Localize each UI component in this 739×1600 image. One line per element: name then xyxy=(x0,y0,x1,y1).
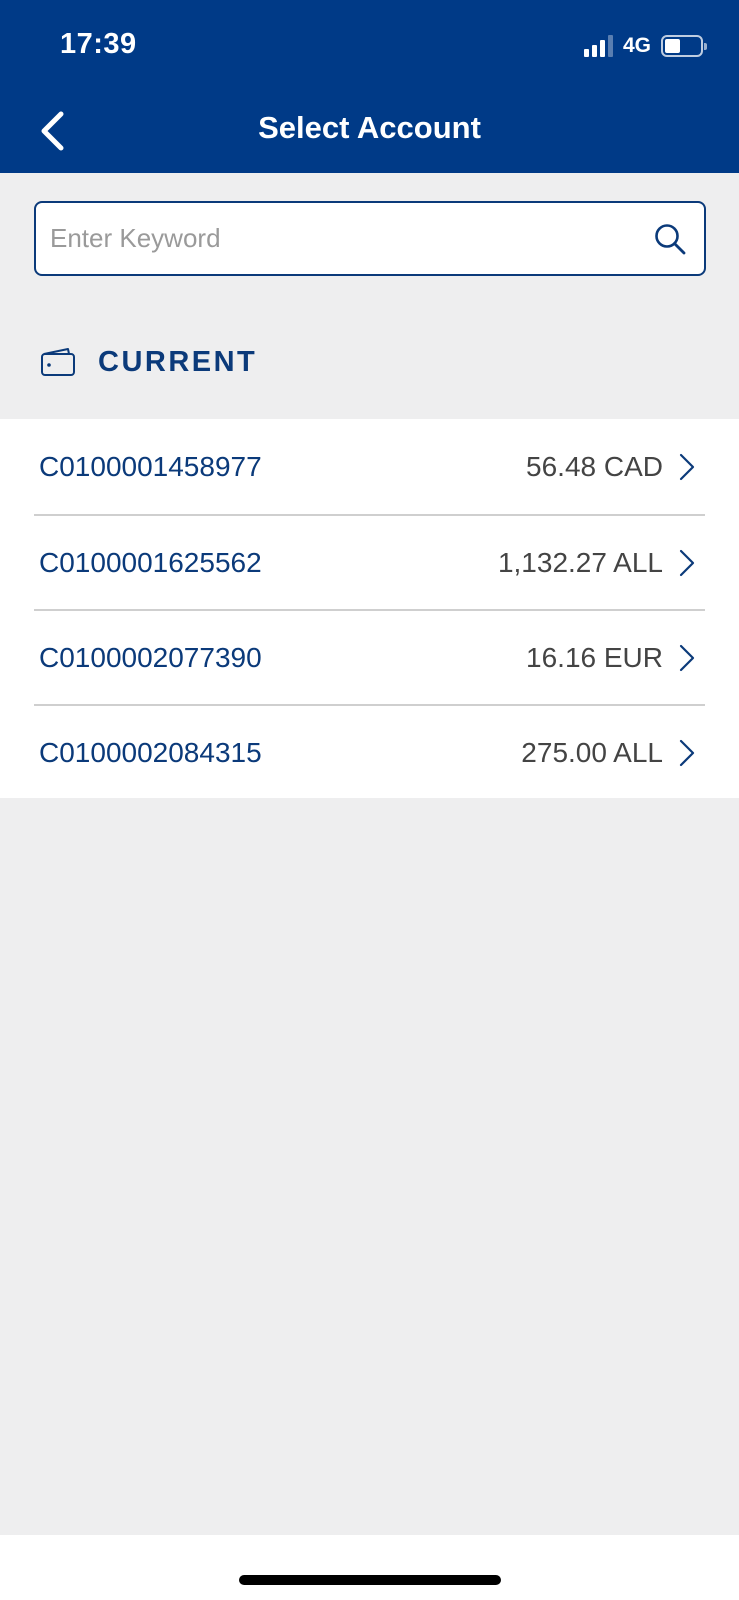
account-number: C0100002077390 xyxy=(39,641,262,673)
select-account-screen: 17:39 4G Select Account Enter Keyword CU… xyxy=(0,0,739,1600)
bottom-safe-area xyxy=(0,1535,739,1600)
chevron-right-icon xyxy=(677,643,697,673)
status-indicators: 4G xyxy=(583,34,707,58)
search-icon[interactable] xyxy=(650,219,690,259)
chevron-right-icon xyxy=(677,452,697,482)
account-balance: 275.00 ALL xyxy=(521,736,663,768)
list-item[interactable]: C0100001458977 56.48 CAD xyxy=(34,419,705,514)
account-balance: 1,132.27 ALL xyxy=(497,546,663,578)
battery-icon xyxy=(661,35,707,57)
page-title: Select Account xyxy=(258,110,481,145)
section-header: CURRENT xyxy=(40,342,257,382)
app-header: 17:39 4G Select Account xyxy=(0,0,739,173)
wallet-icon xyxy=(41,348,75,376)
chevron-right-icon xyxy=(677,548,697,578)
account-number: C0100001458977 xyxy=(39,450,262,482)
chevron-right-icon xyxy=(677,738,697,768)
list-item[interactable]: C0100002077390 16.16 EUR xyxy=(34,609,705,704)
account-list: C0100001458977 56.48 CAD C0100001625562 … xyxy=(0,419,739,798)
status-time: 17:39 xyxy=(60,28,137,60)
account-balance: 16.16 EUR xyxy=(526,641,663,673)
account-number: C0100002084315 xyxy=(39,736,262,768)
home-indicator[interactable] xyxy=(239,1575,501,1585)
network-type: 4G xyxy=(622,34,651,57)
search-input[interactable] xyxy=(50,223,650,254)
search-field[interactable] xyxy=(34,201,706,276)
section-title: CURRENT xyxy=(98,345,258,378)
account-balance: 56.48 CAD xyxy=(526,450,663,482)
account-number: C0100001625562 xyxy=(39,546,262,578)
list-item[interactable]: C0100001625562 1,132.27 ALL xyxy=(34,514,705,609)
list-item[interactable]: C0100002084315 275.00 ALL xyxy=(34,704,705,799)
signal-icon xyxy=(583,35,613,57)
